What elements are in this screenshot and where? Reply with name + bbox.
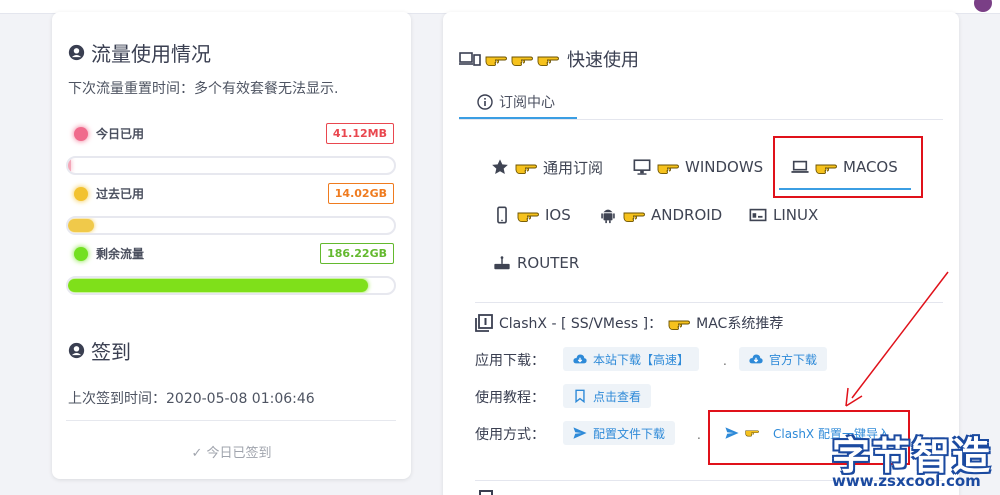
user-circle-icon <box>68 342 85 359</box>
tab-windows[interactable]: WINDOWS <box>633 154 763 180</box>
star-icon <box>492 159 508 175</box>
quick-use-title: 快速使用 <box>567 50 639 71</box>
progress-remaining <box>66 276 396 295</box>
tab-linux[interactable]: LINUX <box>749 202 818 228</box>
download-label: 应用下载： <box>475 353 545 369</box>
traffic-card: 流量使用情况 下次流量重置时间：多个有效套餐无法显示. 今日已用 41.12MB… <box>52 12 411 479</box>
reset-time-text: 下次流量重置时间：多个有效套餐无法显示. <box>68 81 339 97</box>
hand-point-icon <box>517 207 539 223</box>
stat-label: 剩余流量 <box>96 247 145 261</box>
stat-value-badge: 41.12MB <box>325 123 394 144</box>
tab-label: IOS <box>545 206 571 224</box>
bookmark-icon <box>575 389 585 403</box>
cloud-download-icon <box>749 354 763 364</box>
view-tutorial-button[interactable]: 点击查看 <box>563 384 652 408</box>
phone-icon <box>497 206 507 224</box>
cloud-download-icon <box>573 354 587 364</box>
status-dot <box>74 127 88 141</box>
copy-icon <box>475 314 493 332</box>
progress-fill <box>68 159 72 172</box>
hand-point-icon <box>515 159 537 175</box>
button-label: 配置文件下载 <box>593 426 666 441</box>
progress-fill <box>68 279 368 292</box>
user-circle-icon <box>68 44 85 61</box>
status-dot <box>74 247 88 261</box>
hand-point-icon <box>537 51 559 67</box>
client-recommend: MAC系统推荐 <box>696 316 784 332</box>
checkin-status-text: 今日已签到 <box>206 446 272 461</box>
checkin-title-text: 签到 <box>91 340 131 364</box>
last-checkin-text: 上次签到时间：2020-05-08 01:06:46 <box>68 391 315 407</box>
client-name: ClashX - [ SS/VMess ]： <box>499 316 663 332</box>
official-download-button[interactable]: 官方下载 <box>739 347 828 371</box>
tab-label: ANDROID <box>651 206 723 224</box>
hand-point-icon <box>657 159 679 175</box>
terminal-icon <box>749 208 767 222</box>
checkin-status-button[interactable]: ✓ 今日已签到 <box>52 442 411 461</box>
button-label: 点击查看 <box>593 389 642 404</box>
stat-past: 过去已用 14.02GB <box>68 183 394 205</box>
status-dot <box>74 187 88 201</box>
separator: . <box>697 428 701 442</box>
button-label: 本站下载【高速】 <box>593 352 690 367</box>
tab-label: ROUTER <box>517 254 580 272</box>
android-icon <box>601 209 615 224</box>
tab-label: WINDOWS <box>685 158 764 176</box>
watermark-logo: 字节智造 www.zsxcool.com <box>830 425 1000 495</box>
usage-label: 使用方式： <box>475 427 545 443</box>
tab-ios[interactable]: IOS <box>493 202 571 228</box>
stat-label: 今日已用 <box>96 127 145 141</box>
hand-point-icon <box>511 51 533 67</box>
divider <box>459 119 943 120</box>
tab-label: LINUX <box>773 206 819 224</box>
next-section-icon <box>479 490 493 495</box>
stat-value-badge: 14.02GB <box>327 183 394 204</box>
stat-remaining: 剩余流量 186.22GB <box>68 243 394 265</box>
tab-router[interactable]: ROUTER <box>493 250 579 276</box>
quick-use-header: 快速使用 <box>459 46 639 72</box>
tab-subscription-center[interactable]: 订阅中心 <box>459 86 577 119</box>
separator: . <box>723 354 727 368</box>
hand-point-icon <box>623 207 645 223</box>
monitor-icon <box>633 159 651 175</box>
stat-value-badge: 186.22GB <box>320 243 394 264</box>
tab-android[interactable]: ANDROID <box>599 202 722 228</box>
send-icon <box>573 427 587 439</box>
site-download-button[interactable]: 本站下载【高速】 <box>563 347 700 371</box>
watermark-url: www.zsxcool.com <box>832 472 981 490</box>
traffic-title-text: 流量使用情况 <box>91 42 211 66</box>
check-icon: ✓ <box>191 446 203 461</box>
highlight-box-macos <box>773 136 923 198</box>
tutorial-label: 使用教程： <box>475 390 545 406</box>
checkin-title: 签到 <box>68 336 131 365</box>
button-label: 官方下载 <box>769 352 818 367</box>
stat-today: 今日已用 41.12MB <box>68 123 394 145</box>
progress-today <box>66 156 396 175</box>
tab-label: 通用订阅 <box>543 158 604 177</box>
devices-icon <box>459 52 481 66</box>
hand-point-icon <box>668 315 691 331</box>
config-download-button[interactable]: 配置文件下载 <box>563 421 676 445</box>
quick-use-card: 快速使用 订阅中心 通用订阅 WINDOWS MACOS IOS ANDROID… <box>443 12 959 495</box>
stat-label: 过去已用 <box>96 187 145 201</box>
divider <box>475 302 943 303</box>
router-icon <box>494 256 510 270</box>
divider <box>66 420 396 421</box>
progress-fill <box>68 219 95 232</box>
info-icon <box>477 93 493 110</box>
tab-universal[interactable]: 通用订阅 <box>491 154 603 180</box>
tab-subscription-label: 订阅中心 <box>499 94 555 111</box>
client-title: ClashX - [ SS/VMess ]： MAC系统推荐 <box>475 313 783 333</box>
traffic-title: 流量使用情况 <box>68 38 211 67</box>
progress-past <box>66 216 396 235</box>
hand-point-icon <box>485 51 507 67</box>
